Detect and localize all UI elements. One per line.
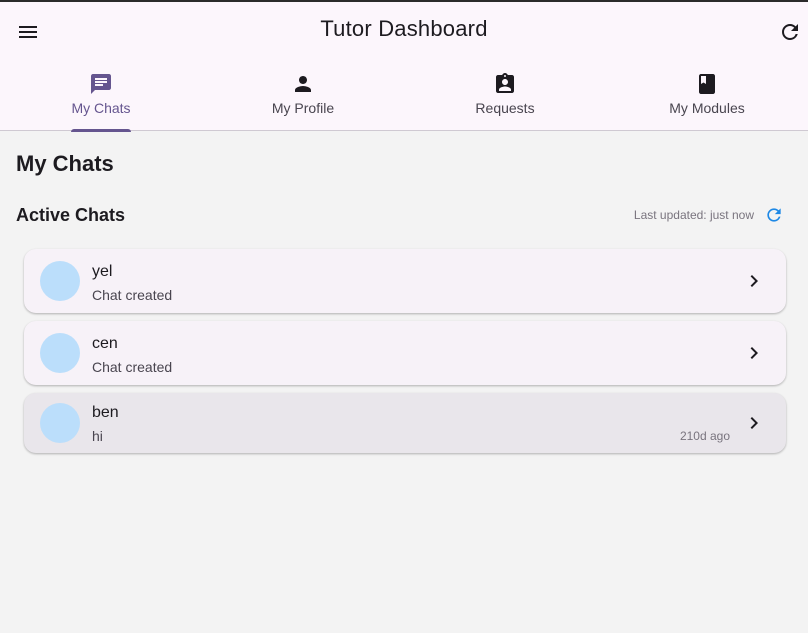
chat-subtitle: hi [92, 428, 103, 444]
avatar [40, 261, 80, 301]
tab-label: My Chats [71, 100, 131, 116]
tab-bar: My Chats My Profile Requests My Modules [0, 58, 808, 132]
chat-list-item[interactable]: ben hi 210d ago [24, 393, 786, 453]
avatar [40, 333, 80, 373]
page-title: My Chats [16, 151, 114, 176]
chat-list-item[interactable]: cen Chat created [24, 321, 786, 385]
chat-timestamp: 210d ago [679, 429, 730, 443]
avatar [40, 403, 80, 443]
section-title: Active Chats [16, 205, 126, 225]
app-bar: Tutor Dashboard My Chats My Profile Requ… [0, 2, 808, 132]
refresh-chats-icon[interactable] [764, 205, 784, 225]
chat-name: ben [92, 404, 119, 421]
chat-name: cen [92, 335, 118, 352]
chevron-right-icon [742, 411, 766, 435]
chat-icon [89, 72, 113, 96]
tab-my-profile[interactable]: My Profile [202, 58, 404, 131]
person-icon [291, 72, 315, 96]
chat-subtitle: Chat created [92, 359, 173, 375]
tab-requests[interactable]: Requests [404, 58, 606, 131]
chevron-right-icon [742, 269, 766, 293]
tab-my-modules[interactable]: My Modules [606, 58, 808, 131]
chevron-right-icon [742, 341, 766, 365]
tab-label: My Profile [271, 100, 335, 116]
book-icon [695, 72, 719, 96]
chat-name: yel [92, 263, 113, 280]
active-tab-indicator [71, 129, 131, 132]
refresh-icon[interactable] [778, 20, 802, 44]
last-updated-text: Last updated: just now [633, 208, 754, 222]
tab-label: Requests [475, 100, 535, 116]
chat-subtitle: Chat created [92, 287, 173, 303]
tab-label: My Modules [669, 100, 745, 116]
chat-list-item[interactable]: yel Chat created [24, 249, 786, 313]
app-title: Tutor Dashboard [320, 16, 488, 41]
tab-my-chats[interactable]: My Chats [0, 58, 202, 132]
assignment-icon [493, 72, 517, 96]
